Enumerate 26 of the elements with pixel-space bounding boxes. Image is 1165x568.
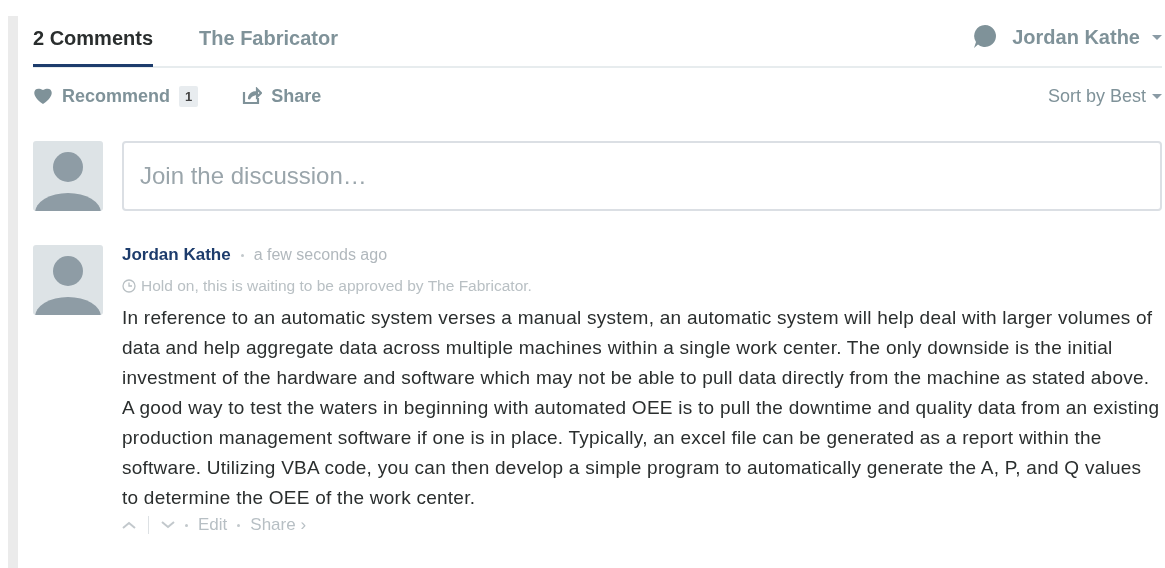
recommend-button[interactable]: Recommend xyxy=(33,85,171,107)
upvote-icon xyxy=(122,521,136,529)
heart-icon xyxy=(33,87,53,105)
user-menu[interactable]: Jordan Kathe xyxy=(970,22,1162,52)
separator-dot xyxy=(240,253,244,257)
avatar-icon xyxy=(33,141,103,211)
separator-dot xyxy=(237,523,241,527)
comment-text: In reference to an automatic system verses a manual system, an automatic system will help deal with larger volumes of data and help aggregate data across multiple machines within a single work center. The only downside is the initial investment of the hardware and software which may not be able to pull data directly from the machine as stated above. A good way to test the waters in beginning with automated OEE is to pull the downtime and quality data from an existing production management software if one is in place. Typically, an excel file can be generated as a report within the software. Utilizing VBA code, you can then develop a simple program to automatically generate the A, P, and Q values to determine the OEE of the work center. xyxy=(122,306,1161,510)
tab[interactable]: The Fabricator xyxy=(199,17,338,67)
downvote-icon xyxy=(161,521,175,529)
caret-icon xyxy=(1152,34,1162,40)
comment-time[interactable]: a few seconds ago xyxy=(253,246,388,264)
author-name[interactable]: Jordan Kathe xyxy=(122,245,231,265)
clock-icon xyxy=(122,279,136,293)
discussion-input[interactable]: Join the discussion… xyxy=(122,141,1162,211)
footer-link[interactable]: Share › xyxy=(250,515,307,535)
share-icon xyxy=(242,87,263,105)
separator-dot xyxy=(185,523,188,527)
pending-note: Hold on, this is waiting to be approved by The Fabricator. xyxy=(141,277,532,295)
sort-menu[interactable]: Sort by Best xyxy=(1047,85,1162,107)
caret-icon xyxy=(1152,93,1162,99)
footer-link[interactable]: Edit xyxy=(198,515,228,535)
share-button[interactable]: Share xyxy=(242,85,322,107)
tab[interactable]: 2 Comments xyxy=(33,17,154,67)
recommend-count: 1 xyxy=(179,85,199,107)
avatar-icon xyxy=(33,245,103,315)
